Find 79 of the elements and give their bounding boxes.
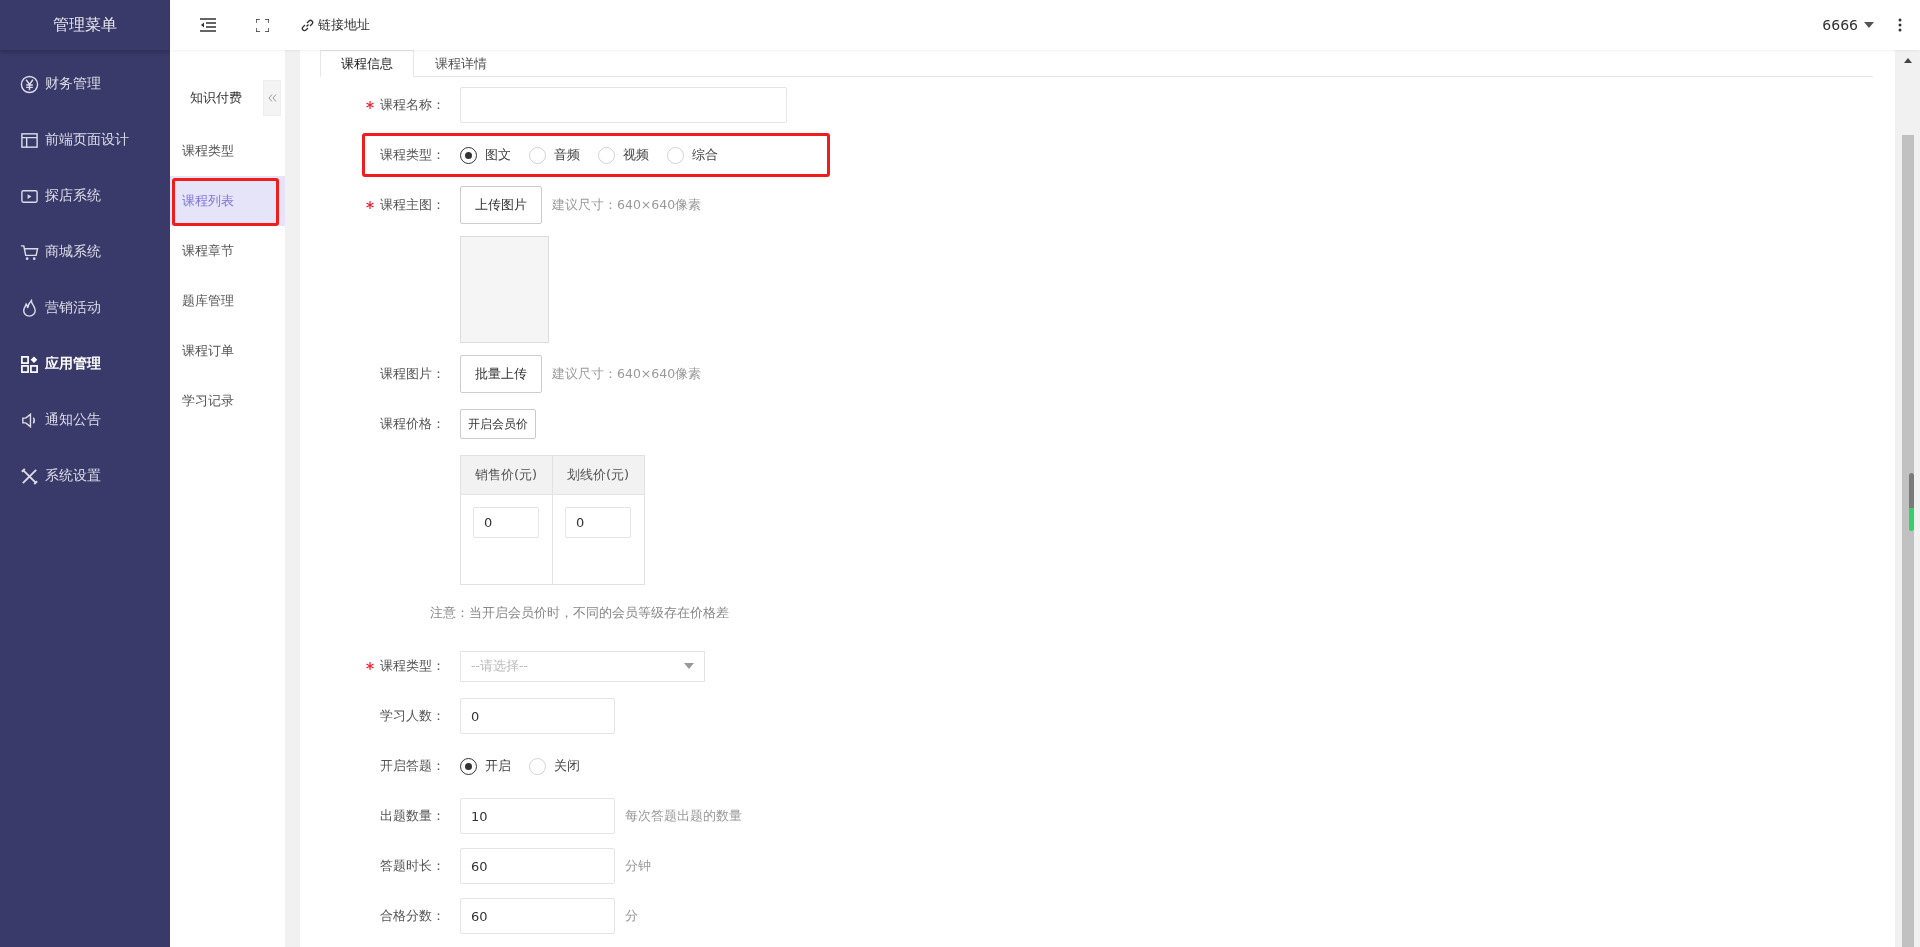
scroll-up-icon[interactable] bbox=[1903, 58, 1912, 63]
scrollbar[interactable] bbox=[1895, 50, 1920, 947]
hint-text: 分 bbox=[625, 907, 638, 925]
menu-label: 通知公告 bbox=[45, 411, 101, 429]
text-field[interactable]: 0 bbox=[460, 698, 615, 734]
required-icon bbox=[366, 662, 374, 670]
menu-label: 营销活动 bbox=[45, 299, 101, 317]
menu-icon[interactable] bbox=[200, 18, 216, 32]
menu-label: 探店系统 bbox=[45, 187, 101, 205]
field-label: 开启答题： bbox=[380, 757, 445, 775]
radio-option[interactable]: 音频 bbox=[529, 146, 580, 164]
hint-text: 分钟 bbox=[625, 857, 651, 875]
tab[interactable]: 课程详情 bbox=[414, 50, 508, 77]
required-icon bbox=[366, 101, 374, 109]
layout-icon bbox=[20, 130, 39, 150]
submenu-item[interactable]: 题库管理 bbox=[170, 276, 285, 326]
yen-icon bbox=[20, 74, 39, 94]
menu-item[interactable]: 探店系统 bbox=[0, 168, 170, 224]
submenu-item[interactable]: 课程章节 bbox=[170, 226, 285, 276]
required-icon bbox=[366, 201, 374, 209]
collapse-icon bbox=[267, 94, 277, 102]
submenu-title: 知识付费 bbox=[190, 89, 242, 107]
flame-icon bbox=[20, 298, 39, 318]
link-icon bbox=[301, 18, 314, 32]
menu-item[interactable]: 商城系统 bbox=[0, 224, 170, 280]
radio-option[interactable]: 视频 bbox=[598, 146, 649, 164]
link-button[interactable]: 链接地址 bbox=[301, 16, 370, 34]
submenu-item[interactable]: 学习记录 bbox=[170, 376, 285, 426]
price-field[interactable]: 0 bbox=[565, 507, 631, 538]
note-text: 注意：当开启会员价时，不同的会员等级存在价格差 bbox=[430, 605, 729, 622]
hint-text: 建议尺寸：640×640像素 bbox=[552, 365, 702, 383]
text-field[interactable] bbox=[460, 87, 787, 123]
caret-icon bbox=[1864, 22, 1874, 28]
field-label: 课程名称： bbox=[380, 96, 445, 114]
field-label: 课程图片： bbox=[380, 365, 445, 383]
menu-item[interactable]: 通知公告 bbox=[0, 392, 170, 448]
field-label: 课程类型： bbox=[380, 657, 445, 675]
radio-option[interactable]: 综合 bbox=[667, 146, 718, 164]
field-label: 出题数量： bbox=[380, 807, 445, 825]
menu-label: 系统设置 bbox=[45, 467, 101, 485]
caret-icon bbox=[684, 663, 694, 669]
menu-label: 前端页面设计 bbox=[45, 131, 129, 149]
menu-item[interactable]: 财务管理 bbox=[0, 56, 170, 112]
radio-option[interactable]: 关闭 bbox=[529, 757, 580, 775]
tab[interactable]: 课程信息 bbox=[320, 50, 414, 77]
field-label: 课程类型： bbox=[380, 146, 445, 164]
menu-label: 商城系统 bbox=[45, 243, 101, 261]
column-header: 划线价(元) bbox=[552, 455, 645, 495]
submenu-item[interactable]: 课程订单 bbox=[170, 326, 285, 376]
user-menu[interactable]: 6666 bbox=[1822, 17, 1874, 33]
text-field[interactable]: 60 bbox=[460, 898, 615, 934]
menu-item[interactable]: 营销活动 bbox=[0, 280, 170, 336]
fullscreen-icon[interactable] bbox=[256, 18, 269, 32]
hint-text: 建议尺寸：640×640像素 bbox=[552, 196, 702, 214]
field-label: 答题时长： bbox=[380, 857, 445, 875]
tools-icon bbox=[20, 466, 39, 486]
field-label: 课程价格： bbox=[380, 415, 445, 433]
menu-label: 财务管理 bbox=[45, 75, 101, 93]
radio-option[interactable]: 图文 bbox=[460, 146, 511, 164]
menu-item[interactable]: 系统设置 bbox=[0, 448, 170, 504]
text-field[interactable]: 60 bbox=[460, 848, 615, 884]
submenu-item[interactable]: 课程类型 bbox=[170, 126, 285, 176]
menu-label: 应用管理 bbox=[45, 355, 101, 373]
hint-text: 每次答题出题的数量 bbox=[625, 807, 742, 825]
apps-icon bbox=[20, 354, 39, 374]
menu-item[interactable]: 前端页面设计 bbox=[0, 112, 170, 168]
upload-button[interactable]: 批量上传 bbox=[460, 355, 542, 393]
price-field[interactable]: 0 bbox=[473, 507, 539, 538]
radio-option[interactable]: 开启 bbox=[460, 757, 511, 775]
menu-item[interactable]: 应用管理 bbox=[0, 336, 170, 392]
column-header: 销售价(元) bbox=[460, 455, 553, 495]
more-icon[interactable] bbox=[1898, 18, 1902, 32]
text-field[interactable]: 10 bbox=[460, 798, 615, 834]
field-label: 合格分数： bbox=[380, 907, 445, 925]
field-label: 课程主图： bbox=[380, 196, 445, 214]
upload-button[interactable]: 上传图片 bbox=[460, 186, 542, 224]
cart-icon bbox=[20, 242, 39, 262]
member-price-button[interactable]: 开启会员价 bbox=[460, 409, 536, 439]
field-label: 学习人数： bbox=[380, 707, 445, 725]
